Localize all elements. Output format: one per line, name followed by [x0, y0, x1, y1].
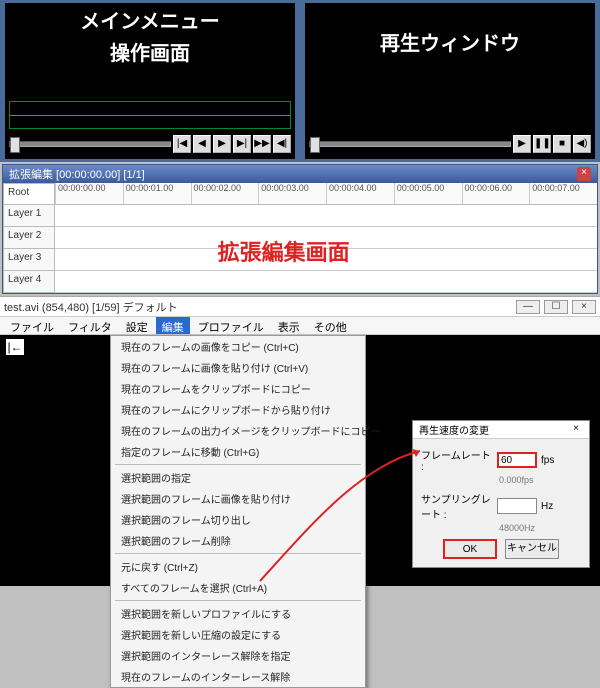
context-menu-item[interactable]: 選択範囲のフレーム削除: [111, 530, 365, 551]
timeline-overlay-label: 拡張編集画面: [218, 235, 350, 267]
close-button[interactable]: ×: [572, 300, 596, 314]
timeline-layer-row[interactable]: Layer 2: [3, 227, 55, 249]
menubar: ファイル フィルタ 設定 編集 プロファイル 表示 その他: [0, 317, 600, 335]
play-button[interactable]: ▶: [213, 135, 231, 153]
timeline-layer-row[interactable]: Layer 1: [3, 205, 55, 227]
editor-title: test.avi (854,480) [1/59] デフォルト: [4, 299, 178, 315]
playback-pane: 再生ウィンドウ ▶ ❚❚ ■ ◀): [302, 0, 598, 162]
main-transport-bar: |◀ ◀ ▶ ▶| ▶▶ ◀|: [9, 133, 291, 155]
back-icon[interactable]: |←: [6, 339, 24, 355]
edit-menu-dropdown: 現在のフレームの画像をコピー (Ctrl+C)現在のフレームに画像を貼り付け (…: [110, 335, 366, 688]
menu-view[interactable]: 表示: [272, 317, 306, 334]
ruler-tick: 00:00:03.00: [258, 183, 326, 204]
menu-other[interactable]: その他: [308, 317, 353, 334]
context-menu-item[interactable]: 現在のフレームをクリップボードにコピー: [111, 378, 365, 399]
timeline-tracks[interactable]: 00:00:00.00 00:00:01.00 00:00:02.00 00:0…: [55, 183, 597, 293]
menu-profile[interactable]: プロファイル: [192, 317, 270, 334]
context-menu-item[interactable]: 選択範囲のインターレース解除を指定: [111, 645, 365, 666]
samplerate-unit: Hz: [541, 501, 563, 512]
ruler-tick: 00:00:07.00: [529, 183, 597, 204]
timeline-side: Root Layer 1 Layer 2 Layer 3 Layer 4: [3, 183, 55, 293]
fast-forward-button[interactable]: ▶▶: [253, 135, 271, 153]
menu-edit[interactable]: 編集: [156, 317, 190, 334]
play2-button[interactable]: ▶: [513, 135, 531, 153]
ruler-tick: 00:00:06.00: [462, 183, 530, 204]
context-menu-item[interactable]: 選択範囲のフレームに画像を貼り付け: [111, 488, 365, 509]
context-menu-item[interactable]: 現在のフレームに画像を貼り付け (Ctrl+V): [111, 357, 365, 378]
context-menu-item[interactable]: 現在のフレームにクリップボードから貼り付け: [111, 399, 365, 420]
timeline-layer-row[interactable]: Layer 3: [3, 249, 55, 271]
context-menu-item[interactable]: 現在のフレームの画像をコピー (Ctrl+C): [111, 336, 365, 357]
playback-seek-thumb[interactable]: [310, 137, 320, 153]
context-menu-item[interactable]: 選択範囲を新しいプロファイルにする: [111, 603, 365, 624]
timeline-window: 拡張編集 [00:00:00.00] [1/1] × Root Layer 1 …: [2, 164, 598, 294]
volume-button[interactable]: ◀): [573, 135, 591, 153]
dialog-titlebar[interactable]: 再生速度の変更 ×: [413, 421, 589, 439]
samplerate-label: サンプリングレート :: [421, 491, 493, 521]
playback-transport-bar: ▶ ❚❚ ■ ◀): [309, 133, 591, 155]
seek-slider[interactable]: [9, 141, 171, 147]
menu-settings[interactable]: 設定: [120, 317, 154, 334]
timeline-lane[interactable]: [55, 271, 597, 293]
context-menu-item[interactable]: 元に戻す (Ctrl+Z): [111, 556, 365, 577]
dialog-title: 再生速度の変更: [419, 422, 489, 437]
ruler-tick: 00:00:02.00: [191, 183, 259, 204]
framerate-input[interactable]: [497, 452, 537, 468]
minimize-button[interactable]: —: [516, 300, 540, 314]
ruler-tick: 00:00:05.00: [394, 183, 462, 204]
timeline-close-button[interactable]: ×: [577, 167, 591, 181]
editor-window: test.avi (854,480) [1/59] デフォルト — ☐ × ファ…: [0, 296, 600, 586]
playback-seek-slider[interactable]: [309, 141, 511, 147]
cancel-button[interactable]: キャンセル: [505, 539, 559, 559]
main-preview-pane: メインメニュー 操作画面 |◀ ◀ ▶ ▶| ▶▶ ◀|: [2, 0, 298, 162]
context-menu-item[interactable]: 選択範囲を新しい圧縮の設定にする: [111, 624, 365, 645]
timeline-layer-row[interactable]: Layer 4: [3, 271, 55, 293]
context-menu-item[interactable]: 指定のフレームに移動 (Ctrl+G): [111, 441, 365, 462]
context-menu-item[interactable]: 選択範囲のフレーム切り出し: [111, 509, 365, 530]
menu-filter[interactable]: フィルタ: [62, 317, 118, 334]
playback-speed-dialog: 再生速度の変更 × フレームレート : fps 0.000fps サンプリングレ…: [412, 420, 590, 568]
first-frame-button[interactable]: |◀: [173, 135, 191, 153]
timeline-titlebar[interactable]: 拡張編集 [00:00:00.00] [1/1] ×: [3, 165, 597, 183]
samplerate-input[interactable]: [497, 498, 537, 514]
context-menu-item[interactable]: 選択範囲の指定: [111, 467, 365, 488]
ruler-tick: 00:00:04.00: [326, 183, 394, 204]
menu-file[interactable]: ファイル: [4, 317, 60, 334]
rewind-button[interactable]: ◀: [193, 135, 211, 153]
context-menu-item[interactable]: 現在のフレームのインターレース解除: [111, 666, 365, 687]
next-frame-button[interactable]: ▶|: [233, 135, 251, 153]
audio-waveform: [9, 101, 291, 129]
context-menu-item[interactable]: すべてのフレームを選択 (Ctrl+A): [111, 577, 365, 598]
timeline-title: 拡張編集 [00:00:00.00] [1/1]: [9, 166, 145, 182]
framerate-hint: 0.000fps: [499, 475, 581, 485]
maximize-button[interactable]: ☐: [544, 300, 568, 314]
timeline-root-row[interactable]: Root: [3, 183, 55, 205]
framerate-label: フレームレート :: [421, 447, 493, 473]
timeline-ruler[interactable]: 00:00:00.00 00:00:01.00 00:00:02.00 00:0…: [55, 183, 597, 205]
dialog-close-button[interactable]: ×: [569, 423, 583, 437]
main-pane-label-line1: メインメニュー: [5, 9, 295, 35]
seek-thumb[interactable]: [10, 137, 20, 153]
main-pane-label-line2: 操作画面: [5, 41, 295, 67]
framerate-unit: fps: [541, 455, 563, 466]
ruler-tick: 00:00:00.00: [55, 183, 123, 204]
pause-button[interactable]: ❚❚: [533, 135, 551, 153]
ruler-tick: 00:00:01.00: [123, 183, 191, 204]
stop-button[interactable]: ■: [553, 135, 571, 153]
editor-titlebar[interactable]: test.avi (854,480) [1/59] デフォルト — ☐ ×: [0, 297, 600, 317]
context-menu-item[interactable]: 現在のフレームの出力イメージをクリップボードにコピー: [111, 420, 365, 441]
playback-pane-label: 再生ウィンドウ: [305, 31, 595, 57]
last-frame-button[interactable]: ◀|: [273, 135, 291, 153]
samplerate-hint: 48000Hz: [499, 523, 581, 533]
timeline-lane[interactable]: [55, 205, 597, 227]
ok-button[interactable]: OK: [443, 539, 497, 559]
